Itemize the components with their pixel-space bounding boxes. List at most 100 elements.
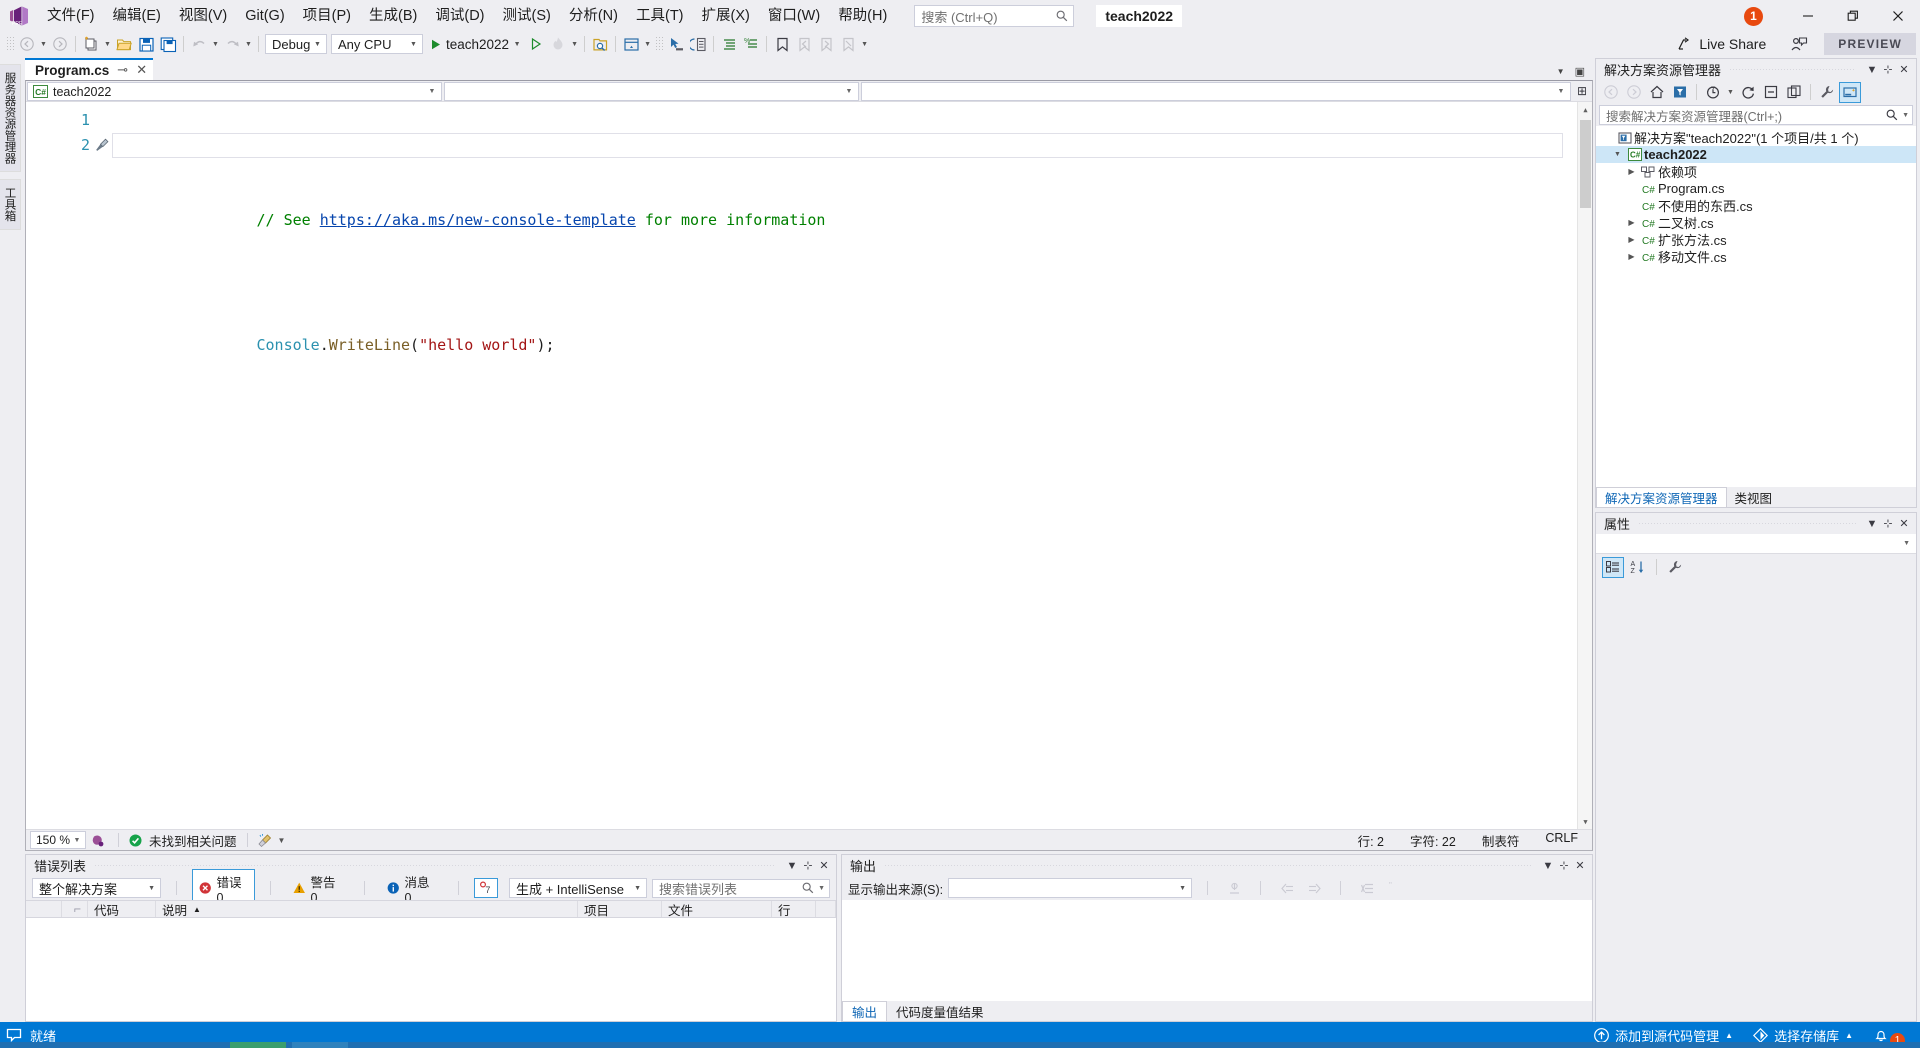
pending-changes-filter-button[interactable] [1702, 82, 1724, 103]
breakpoint-gutter[interactable] [26, 102, 60, 829]
intellicode-icon[interactable] [86, 833, 108, 848]
menu-git[interactable]: Git(G) [236, 3, 293, 29]
tree-expander[interactable]: ▼ [1610, 151, 1625, 158]
column-header-project[interactable]: 项目 [578, 901, 662, 917]
tree-item-extension-methods-cs[interactable]: ▶ C# 扩张方法.cs [1596, 231, 1916, 248]
filter-toggle-button[interactable]: 7 [474, 878, 498, 898]
column-header-line[interactable]: 行 [772, 901, 816, 917]
step-into-specific-button[interactable] [665, 33, 687, 55]
solution-platform-combo[interactable]: Any CPU ▼ [331, 34, 423, 54]
home-button[interactable] [1646, 82, 1668, 103]
drag-dots[interactable] [94, 865, 776, 866]
toolbar-grip-2[interactable] [655, 36, 663, 52]
tree-expander[interactable]: ▶ [1624, 218, 1639, 227]
menu-analyze[interactable]: 分析(N) [560, 3, 627, 29]
code-text[interactable]: // See https://aka.ms/new-console-templa… [112, 102, 1577, 829]
menu-help[interactable]: 帮助(H) [829, 3, 896, 29]
tree-item-project[interactable]: ▼ C# teach2022 [1596, 146, 1916, 163]
find-message-button[interactable] [1223, 877, 1245, 899]
column-header-severity[interactable]: ⌐ [62, 901, 88, 917]
pin-panel-icon[interactable]: ⊹ [800, 857, 816, 875]
output-text-area[interactable] [842, 900, 1592, 1001]
notification-badge[interactable]: 1 [1744, 7, 1763, 26]
new-window-button[interactable] [687, 33, 709, 55]
properties-grid[interactable] [1596, 580, 1916, 1021]
output-source-combo[interactable]: ▼ [948, 878, 1192, 898]
tree-expander[interactable]: ▶ [1624, 235, 1639, 244]
forward-button[interactable] [1623, 82, 1645, 103]
notifications-button[interactable]: 1 [1873, 1027, 1910, 1043]
editor-tab-program-cs[interactable]: Program.cs ⊸ ✕ [25, 58, 153, 80]
global-search-box[interactable]: 搜索 (Ctrl+Q) [914, 5, 1074, 27]
live-visual-tree-dropdown[interactable]: ▼ [642, 33, 653, 55]
navbar-project-combo[interactable]: C# teach2022 ▼ [27, 82, 442, 101]
navigate-backward-button[interactable] [16, 33, 38, 55]
minimize-button[interactable] [1785, 0, 1830, 32]
clear-bookmarks-button[interactable] [837, 33, 859, 55]
indent-status[interactable]: 制表符 [1482, 831, 1520, 850]
close-button[interactable] [1875, 0, 1920, 32]
live-share-button[interactable]: Live Share [1669, 34, 1774, 54]
tab-solution-explorer[interactable]: 解决方案资源管理器 [1596, 487, 1727, 507]
tree-expander[interactable]: ▶ [1624, 167, 1639, 176]
solution-explorer-search-box[interactable]: 搜索解决方案资源管理器(Ctrl+;) ▼ [1599, 105, 1913, 125]
filter-dropdown[interactable]: ▼ [1725, 81, 1736, 103]
column-header-code[interactable]: 代码 [88, 901, 156, 917]
properties-object-combo[interactable]: ▼ [1596, 534, 1916, 554]
toggle-word-wrap-button[interactable]: " [1383, 877, 1405, 899]
close-panel-icon[interactable]: ✕ [1572, 857, 1588, 875]
go-to-previous-button[interactable] [1276, 877, 1298, 899]
hot-reload-button[interactable] [547, 33, 569, 55]
column-header-file[interactable]: 文件 [662, 901, 772, 917]
property-pages-button[interactable] [1664, 557, 1686, 578]
menu-edit[interactable]: 编辑(E) [104, 3, 170, 29]
close-tab-icon[interactable]: ✕ [136, 62, 147, 78]
start-without-debugging-button[interactable] [525, 33, 547, 55]
error-list-rows[interactable] [26, 918, 836, 1021]
tree-item-dependencies[interactable]: ▶ 依赖项 [1596, 163, 1916, 180]
tree-item-move-file-cs[interactable]: ▶ C# 移动文件.cs [1596, 248, 1916, 265]
categorized-button[interactable] [1602, 557, 1624, 578]
scrollbar-thumb[interactable] [1580, 120, 1591, 208]
save-file-button[interactable] [135, 33, 157, 55]
toggle-bookmark-button[interactable] [771, 33, 793, 55]
editor-vertical-scrollbar[interactable]: ▲ ▼ [1577, 102, 1592, 829]
tree-expander[interactable]: ▶ [1624, 252, 1639, 261]
tree-item-binary-tree-cs[interactable]: ▶ C# 二叉树.cs [1596, 214, 1916, 231]
scroll-down-icon[interactable]: ▼ [1578, 814, 1592, 829]
column-header-description[interactable]: 说明 ▲ [156, 901, 578, 917]
select-element-button[interactable] [589, 33, 611, 55]
chevron-down-icon[interactable]: ▼ [818, 885, 825, 892]
pending-changes-button[interactable] [1669, 82, 1691, 103]
vtab-server-explorer[interactable]: 服务器资源管理器 [0, 64, 21, 172]
live-visual-tree-button[interactable] [620, 33, 642, 55]
vtab-toolbox[interactable]: 工具箱 [0, 179, 21, 230]
uncomment-selection-button[interactable]: % [740, 33, 762, 55]
back-button[interactable] [1600, 82, 1622, 103]
solution-name-chip[interactable]: teach2022 [1096, 5, 1182, 27]
menu-build[interactable]: 生成(B) [360, 3, 426, 29]
restore-button[interactable] [1830, 0, 1875, 32]
go-to-next-button[interactable] [1303, 877, 1325, 899]
tree-item-program-cs[interactable]: C# Program.cs [1596, 180, 1916, 197]
navbar-member-combo[interactable]: ▼ [861, 82, 1571, 101]
pin-panel-icon[interactable]: ⊹ [1556, 857, 1572, 875]
quick-actions-icon[interactable] [90, 133, 112, 158]
error-list-search-box[interactable]: 搜索错误列表 ▼ [652, 879, 830, 898]
solution-configuration-combo[interactable]: Debug ▼ [265, 34, 327, 54]
zoom-level-combo[interactable]: 150 % ▼ [30, 831, 86, 849]
navigate-forward-button[interactable] [49, 33, 71, 55]
pin-tab-icon[interactable]: ⊸ [117, 62, 128, 78]
pin-panel-icon[interactable]: ⊹ [1880, 515, 1896, 533]
close-panel-icon[interactable]: ✕ [816, 857, 832, 875]
open-file-button[interactable] [113, 33, 135, 55]
hot-reload-dropdown[interactable]: ▼ [569, 33, 580, 55]
collapse-all-button[interactable] [1760, 82, 1782, 103]
tab-class-view[interactable]: 类视图 [1727, 487, 1781, 507]
undo-button[interactable] [188, 33, 210, 55]
refresh-button[interactable] [1737, 82, 1759, 103]
save-all-button[interactable] [157, 33, 179, 55]
properties-button[interactable] [1816, 82, 1838, 103]
drag-dots[interactable] [884, 865, 1532, 866]
chevron-down-icon[interactable]: ▼ [1902, 112, 1909, 119]
